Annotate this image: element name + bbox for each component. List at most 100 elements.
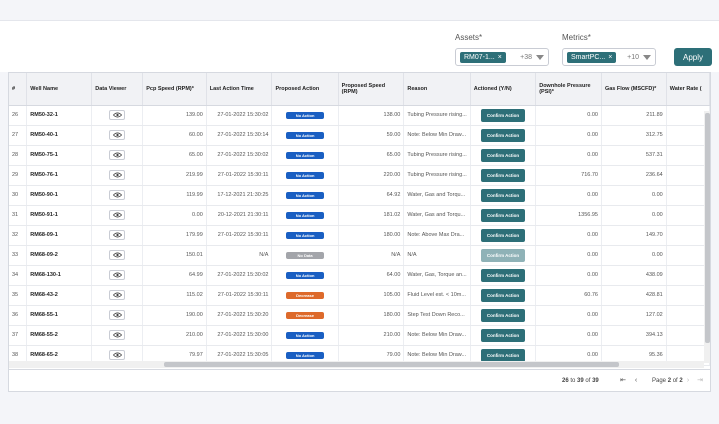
eye-icon[interactable] [109,290,126,300]
table-row[interactable]: 30 RM50-90-1 119.99 17-12-2021 21:30:25 No A… [9,185,710,206]
actioned-cell: Confirm Action [470,225,537,246]
column-header[interactable]: Proposed Action [271,73,339,106]
horizontal-scrollbar[interactable] [9,361,704,368]
prev-page-icon[interactable]: ‹ [631,376,641,386]
eye-icon[interactable] [109,210,126,220]
chevron-down-icon[interactable] [643,54,651,60]
assets-select[interactable]: RM07-1... × +38 [455,48,549,66]
pcp-speed: 150.01 [142,245,207,266]
chevron-down-icon[interactable] [536,54,544,60]
proposed-action-cell: No Action [271,165,339,186]
eye-icon[interactable] [109,190,126,200]
data-viewer-cell [91,325,144,346]
column-header[interactable]: Downhole Pressure (PSI)* [535,73,602,106]
table-row[interactable]: 31 RM50-91-1 0.00 20-12-2021 21:30:11 No Act… [9,205,710,226]
gas-flow: 149.70 [601,225,667,246]
confirm-action-button[interactable]: Confirm Action [481,188,525,202]
downhole-pressure: 0.00 [535,145,602,166]
column-header[interactable]: Data Viewer [91,73,144,106]
table-row[interactable]: 35 RM68-43-2 115.02 27-01-2022 15:30:11 Decr… [9,285,710,306]
eye-icon[interactable] [109,350,126,360]
confirm-action-button[interactable]: Confirm Action [481,128,525,142]
column-header[interactable]: Reason [403,73,471,106]
row-number: 30 [9,185,28,206]
gas-flow: 236.64 [601,165,667,186]
column-header[interactable]: Last Action Time [206,73,273,106]
first-page-icon[interactable]: ⇤ [618,376,628,386]
next-page-icon[interactable]: › [683,376,693,386]
status-badge: Decrease [286,291,325,299]
confirm-action-button[interactable]: Confirm Action [481,308,525,322]
confirm-action-button[interactable]: Confirm Action [481,268,525,282]
status-badge: No Action [286,111,325,119]
gas-flow: 438.09 [601,265,667,286]
last-page-icon[interactable]: ⇥ [695,376,705,386]
scroll-thumb[interactable] [164,362,619,367]
reason: Note: Below Min Draw... [403,125,471,146]
confirm-action-button[interactable]: Confirm Action [481,288,525,302]
confirm-action-button[interactable]: Confirm Action [481,328,525,342]
confirm-action-button[interactable]: Confirm Action [481,168,525,182]
eye-icon[interactable] [109,110,126,120]
metrics-select[interactable]: SmartPC... × +10 [562,48,656,66]
status-badge: No Action [286,271,325,279]
water-rate [666,325,710,346]
column-header[interactable]: Actioned (Y/N) [470,73,537,106]
eye-icon[interactable] [109,150,126,160]
table-row[interactable]: 32 RM68-09-1 179.99 27-01-2022 15:30:11 No A… [9,225,710,246]
table-row[interactable]: 27 RM50-40-1 60.00 27-01-2022 15:30:14 No Ac… [9,125,710,146]
scroll-thumb[interactable] [705,113,710,343]
eye-icon[interactable] [109,250,126,260]
eye-icon[interactable] [109,170,126,180]
row-number: 36 [9,305,28,326]
proposed-speed: 138.00 [338,105,405,126]
column-header[interactable]: Proposed Speed (RPM) [338,73,405,106]
table-row[interactable]: 34 RM68-130-1 64.99 27-01-2022 15:30:02 No A… [9,265,710,286]
table-row[interactable]: 28 RM50-75-1 65.00 27-01-2022 15:30:02 No Ac… [9,145,710,166]
column-header[interactable]: Gas Flow (MSCFD)* [601,73,667,106]
table-row[interactable]: 36 RM68-55-1 190.00 27-01-2022 15:30:20 Decr… [9,305,710,326]
eye-icon[interactable] [109,310,126,320]
eye-icon[interactable] [109,330,126,340]
confirm-action-button[interactable]: Confirm Action [481,108,525,122]
confirm-action-button[interactable]: Confirm Action [481,348,525,362]
column-header[interactable]: Water Rate ( [666,73,710,106]
column-header[interactable]: Pcp Speed (RPM)* [142,73,207,106]
data-viewer-cell [91,245,144,266]
water-rate [666,245,710,266]
actioned-cell: Confirm Action [470,265,537,286]
row-number: 33 [9,245,28,266]
confirm-action-button[interactable]: Confirm Action [481,248,525,262]
confirm-action-button[interactable]: Confirm Action [481,148,525,162]
pcp-speed: 65.00 [142,145,207,166]
assets-chip[interactable]: RM07-1... × [460,51,506,63]
status-badge: No Action [286,331,325,339]
metrics-chip[interactable]: SmartPC... × [567,51,617,63]
column-header[interactable]: # [9,73,28,106]
eye-icon[interactable] [109,230,126,240]
column-header[interactable]: Well Name [26,73,93,106]
confirm-action-button[interactable]: Confirm Action [481,228,525,242]
last-action-time: 27-01-2022 15:30:02 [206,105,273,126]
table-row[interactable]: 26 RM50-32-1 139.00 27-01-2022 15:30:02 No A… [9,105,710,126]
vertical-scrollbar[interactable] [704,111,710,363]
row-number: 28 [9,145,28,166]
close-icon[interactable]: × [498,54,502,61]
table-row[interactable]: 29 RM50-76-1 219.99 27-01-2022 15:30:11 No A… [9,165,710,186]
proposed-action-cell: No Data [271,245,339,266]
proposed-speed: 220.00 [338,165,405,186]
pcp-speed: 115.02 [142,285,207,306]
confirm-action-button[interactable]: Confirm Action [481,208,525,222]
pcp-speed: 179.99 [142,225,207,246]
downhole-pressure: 0.00 [535,225,602,246]
eye-icon[interactable] [109,130,126,140]
table-row[interactable]: 33 RM68-09-2 150.01 N/A No Data N/A N/A Confirm… [9,245,710,266]
row-number: 27 [9,125,28,146]
filter-toolbar: Assets* RM07-1... × +38 Metrics* SmartPC… [0,20,719,72]
close-icon[interactable]: × [608,54,612,61]
apply-button[interactable]: Apply [674,48,712,66]
row-range: 26 to 39 of 39 [562,378,599,384]
table-row[interactable]: 37 RM68-55-2 210.00 27-01-2022 15:30:00 No A… [9,325,710,346]
eye-icon[interactable] [109,270,126,280]
downhole-pressure: 60.76 [535,285,602,306]
